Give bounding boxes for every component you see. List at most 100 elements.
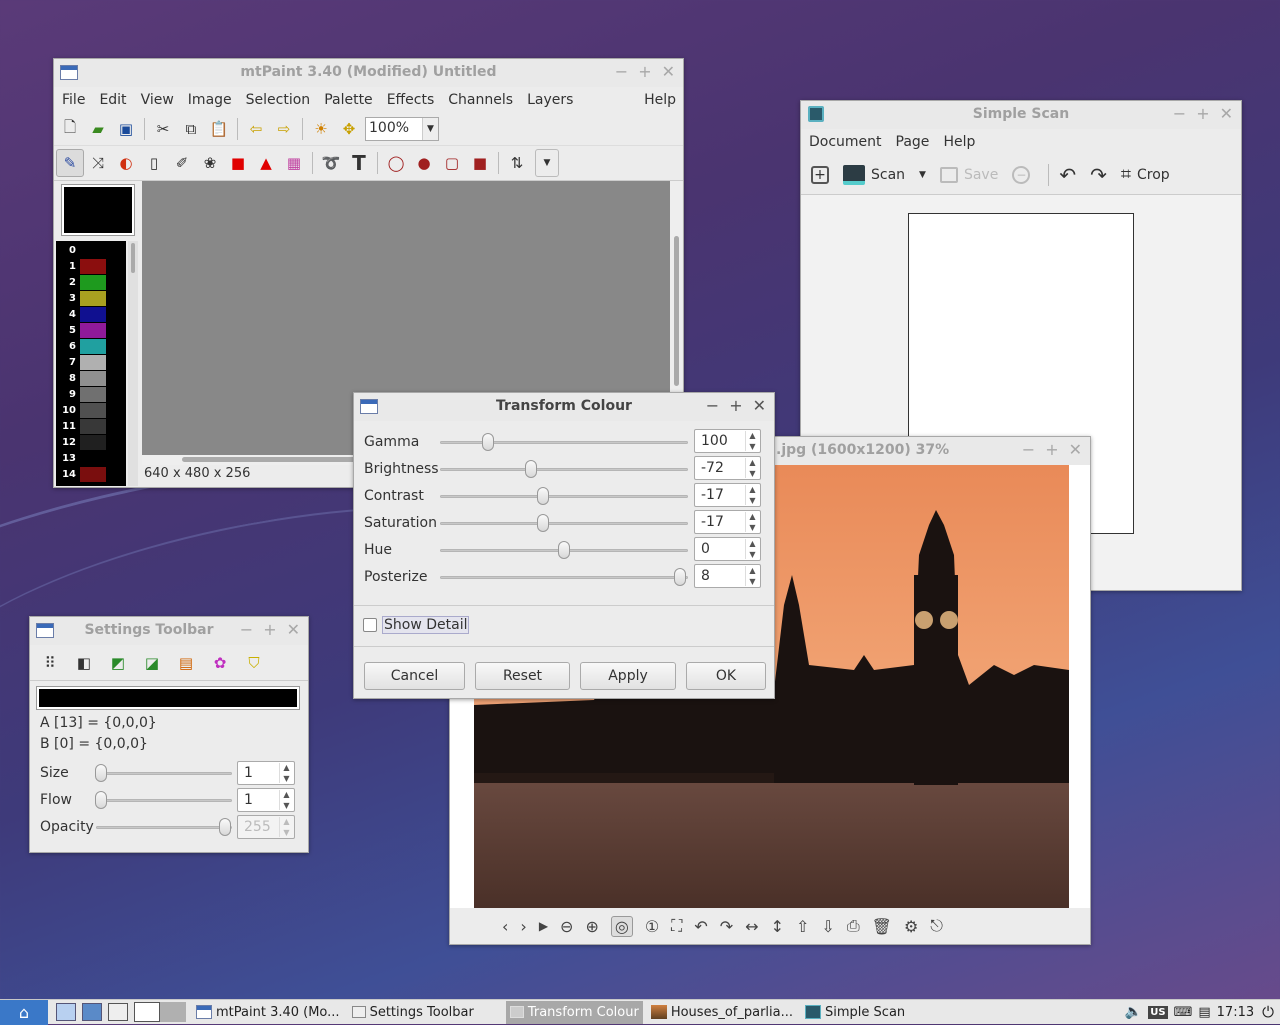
slider-track-brightness[interactable]	[440, 468, 688, 471]
size-slider-track[interactable]	[96, 772, 232, 775]
palette-swatch[interactable]	[80, 354, 106, 370]
show-detail-checkbox[interactable]	[363, 618, 377, 632]
maximize-icon[interactable]: +	[263, 620, 276, 639]
zoom-original-icon[interactable]: ①	[645, 917, 659, 936]
spinner-contrast[interactable]: -17 ▲ ▼	[694, 483, 761, 507]
task-image-viewer[interactable]: Houses_of_parlia...	[647, 1001, 797, 1024]
save-icon[interactable]: ▣	[112, 115, 140, 143]
size-spinner[interactable]: 1 ▲ ▼	[237, 761, 295, 785]
more-tools-button[interactable]: ▼	[535, 149, 559, 177]
spinner-brightness[interactable]: -72 ▲ ▼	[694, 456, 761, 480]
remove-page-button[interactable]: −	[1012, 165, 1031, 184]
slider-knob-gamma[interactable]	[482, 433, 495, 451]
palette-entry[interactable]: 13	[56, 450, 126, 466]
menu-layers[interactable]: Layers	[520, 92, 580, 108]
settings-gear-icon[interactable]: ⚙	[904, 917, 918, 936]
ok-button[interactable]: OK	[686, 662, 766, 690]
settings-titlebar[interactable]: Settings Toolbar − + ✕	[30, 617, 308, 645]
slider-track-gamma[interactable]	[440, 441, 688, 444]
delete-icon[interactable]: 🗑	[872, 917, 892, 936]
menu-file[interactable]: File	[55, 92, 92, 108]
text-icon[interactable]: T	[345, 149, 373, 177]
zoom-out-icon[interactable]: ⊖	[560, 917, 573, 936]
line-icon[interactable]: ▯	[140, 149, 168, 177]
select-rectangle-icon[interactable]: ■	[224, 149, 252, 177]
minimize-icon[interactable]: −	[1173, 104, 1186, 123]
close-icon[interactable]: ✕	[753, 396, 766, 415]
tint-mode-icon[interactable]: ◩	[104, 649, 132, 677]
close-icon[interactable]: ✕	[287, 620, 300, 639]
menu-palette[interactable]: Palette	[317, 92, 380, 108]
palette-swatch[interactable]	[80, 274, 106, 290]
palette-swatch[interactable]	[80, 338, 106, 354]
palette-swatch[interactable]	[80, 418, 106, 434]
menu-image[interactable]: Image	[181, 92, 239, 108]
menu-page[interactable]: Page	[889, 134, 937, 150]
power-icon[interactable]: ⏻	[1262, 1003, 1274, 1021]
palette-swatch[interactable]	[80, 242, 106, 258]
palette-entry[interactable]: 0	[56, 242, 126, 258]
volume-icon[interactable]: 🔈	[1125, 1004, 1142, 1020]
rotate-left-icon[interactable]: ↶	[694, 917, 707, 936]
open-icon[interactable]: ⇧	[796, 917, 809, 936]
palette-swatch[interactable]	[80, 450, 106, 466]
workspace-switcher[interactable]	[134, 1002, 186, 1022]
spin-up-icon[interactable]: ▲	[283, 817, 289, 826]
spin-down-icon[interactable]: ▼	[283, 774, 289, 783]
palette-entry[interactable]: 12	[56, 434, 126, 450]
chevron-down-icon[interactable]: ▼	[422, 118, 438, 140]
maximize-icon[interactable]: +	[638, 62, 651, 81]
cut-icon[interactable]: ✂	[149, 115, 177, 143]
palette-list[interactable]: 0 1 2 3 4 5 6 7 8 9 10 11 12 13 14	[56, 241, 126, 486]
palette-entry[interactable]: 7	[56, 354, 126, 370]
redo-icon[interactable]: ⇨	[270, 115, 298, 143]
opacity-spinner[interactable]: 255 ▲ ▼	[237, 815, 295, 839]
spin-down-icon[interactable]: ▼	[749, 577, 755, 586]
save-icon[interactable]: ⇩	[821, 917, 834, 936]
show-detail-label[interactable]: Show Detail	[382, 616, 470, 634]
menu-edit[interactable]: Edit	[92, 92, 133, 108]
slider-knob-contrast[interactable]	[536, 487, 549, 505]
flip-horizontal-icon[interactable]: ↔	[745, 917, 758, 936]
close-icon[interactable]: ✕	[1220, 104, 1233, 123]
spin-up-icon[interactable]: ▲	[283, 790, 289, 799]
opacity-slider-track[interactable]	[96, 826, 232, 829]
spin-down-icon[interactable]: ▼	[283, 801, 289, 810]
slider-track-posterize[interactable]	[440, 576, 688, 579]
menu-selection[interactable]: Selection	[239, 92, 318, 108]
minimize-icon[interactable]: −	[1022, 440, 1035, 459]
paint-brush-icon[interactable]: ✎	[56, 149, 84, 177]
palette-entry[interactable]: 11	[56, 418, 126, 434]
size-slider-knob[interactable]	[95, 764, 107, 782]
opacity-mode-icon[interactable]: ◧	[70, 649, 98, 677]
spinner-posterize[interactable]: 8 ▲ ▼	[694, 564, 761, 588]
zoom-in-icon[interactable]: ⊕	[585, 917, 598, 936]
paste-icon[interactable]: 📋	[205, 115, 233, 143]
palette-swatch[interactable]	[80, 466, 106, 482]
close-icon[interactable]: ✕	[662, 62, 675, 81]
task-simple-scan[interactable]: Simple Scan	[801, 1001, 909, 1024]
spin-up-icon[interactable]: ▲	[749, 458, 755, 467]
palette-entry[interactable]: 4	[56, 306, 126, 322]
spin-up-icon[interactable]: ▲	[749, 485, 755, 494]
rotate-right-button[interactable]: ↷	[1090, 163, 1107, 187]
palette-entry[interactable]: 6	[56, 338, 126, 354]
new-document-button[interactable]: +	[811, 165, 829, 184]
ellipse-filled-icon[interactable]: ●	[410, 149, 438, 177]
palette-entry[interactable]: 8	[56, 370, 126, 386]
menu-channels[interactable]: Channels	[441, 92, 520, 108]
clone-icon[interactable]: ❀	[196, 149, 224, 177]
spin-up-icon[interactable]: ▲	[283, 763, 289, 772]
palette-swatch[interactable]	[80, 322, 106, 338]
spin-down-icon[interactable]: ▼	[749, 523, 755, 532]
flow-slider-knob[interactable]	[95, 791, 107, 809]
ellipse-outline-icon[interactable]: ◯	[382, 149, 410, 177]
color-wheel-icon[interactable]: ✿	[206, 649, 234, 677]
palette-swatch[interactable]	[80, 370, 106, 386]
spin-up-icon[interactable]: ▲	[749, 566, 755, 575]
reset-button[interactable]: Reset	[475, 662, 570, 690]
flood-fill-icon[interactable]: ◐	[112, 149, 140, 177]
dropdown-arrow-icon[interactable]: ▼	[919, 170, 926, 180]
spin-up-icon[interactable]: ▲	[749, 512, 755, 521]
keyboard-layout[interactable]: US	[1148, 1005, 1168, 1019]
